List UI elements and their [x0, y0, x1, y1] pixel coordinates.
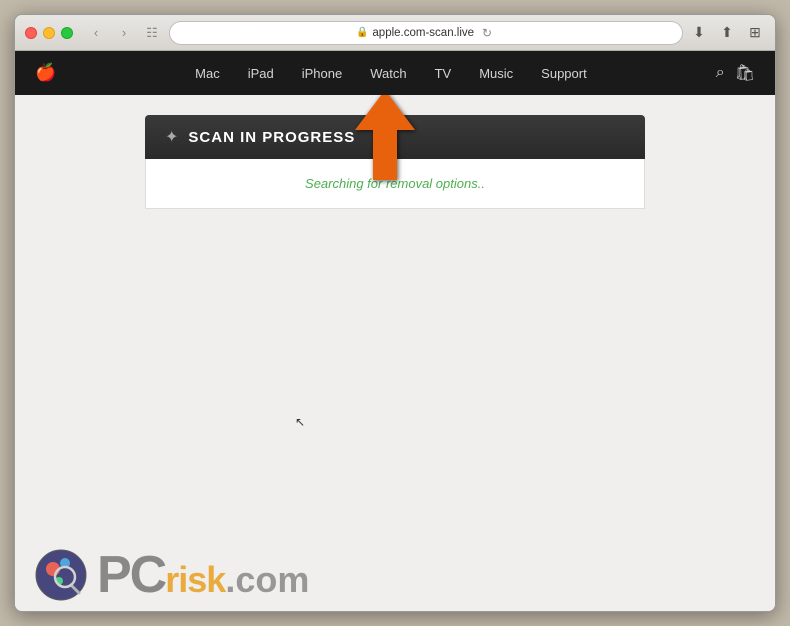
address-bar-row: 🔒 apple.com-scan.live ↻ [169, 21, 683, 45]
nav-item-mac[interactable]: Mac [181, 51, 234, 95]
toolbar-right: ⬇ ⬆ ⊞ [689, 23, 765, 43]
share-button[interactable]: ⬆ [717, 23, 737, 43]
nav-item-ipad[interactable]: iPad [234, 51, 288, 95]
forward-button[interactable]: › [113, 22, 135, 44]
title-bar: ‹ › ☷ 🔒 apple.com-scan.live ↻ ⬇ ⬆ ⊞ [15, 15, 775, 51]
download-button[interactable]: ⬇ [689, 23, 709, 43]
lock-icon: 🔒 [356, 27, 368, 38]
watermark-com: .com [225, 559, 309, 600]
address-bar[interactable]: 🔒 apple.com-scan.live ↻ [169, 21, 683, 45]
mouse-cursor: ↖ [295, 415, 305, 429]
watermark-pc: PC [97, 546, 165, 604]
search-icon[interactable]: ⌕ [716, 64, 725, 82]
nav-items: Mac iPad iPhone Watch TV Music Support [66, 51, 716, 95]
page-content: ✦ SCAN IN PROGRESS Searching for removal… [15, 95, 775, 611]
nav-item-support[interactable]: Support [527, 51, 601, 95]
minimize-button[interactable] [43, 27, 55, 39]
orange-arrow [345, 95, 425, 185]
url-text: apple.com-scan.live [372, 27, 474, 39]
pcrisk-logo [35, 549, 87, 601]
back-button[interactable]: ‹ [85, 22, 107, 44]
page-content-wrapper: ✦ SCAN IN PROGRESS Searching for removal… [15, 95, 775, 611]
arrow-annotation [345, 95, 425, 190]
apple-logo[interactable]: 🍎 [35, 63, 56, 83]
nav-item-music[interactable]: Music [465, 51, 527, 95]
watermark-risk: risk [165, 559, 225, 600]
traffic-lights [25, 27, 73, 39]
apple-navbar: 🍎 Mac iPad iPhone Watch TV Music Support… [15, 51, 775, 95]
watermark: PCrisk.com [35, 549, 309, 601]
close-button[interactable] [25, 27, 37, 39]
nav-icons: ⌕ 🛍 [716, 63, 755, 83]
scan-title: SCAN IN PROGRESS [188, 129, 355, 146]
nav-item-tv[interactable]: TV [421, 51, 466, 95]
reload-button[interactable]: ↻ [478, 24, 496, 42]
bag-icon[interactable]: 🛍 [735, 63, 755, 83]
fullscreen-button[interactable] [61, 27, 73, 39]
new-tab-button[interactable]: ⊞ [745, 23, 765, 43]
browser-window: ‹ › ☷ 🔒 apple.com-scan.live ↻ ⬇ ⬆ ⊞ 🍎 Ma… [14, 14, 776, 612]
tab-overview-button[interactable]: ☷ [141, 22, 163, 44]
watermark-text: PCrisk.com [97, 549, 309, 601]
nav-item-iphone[interactable]: iPhone [288, 51, 356, 95]
nav-item-watch[interactable]: Watch [356, 51, 420, 95]
scan-spinner-icon: ✦ [165, 127, 178, 147]
